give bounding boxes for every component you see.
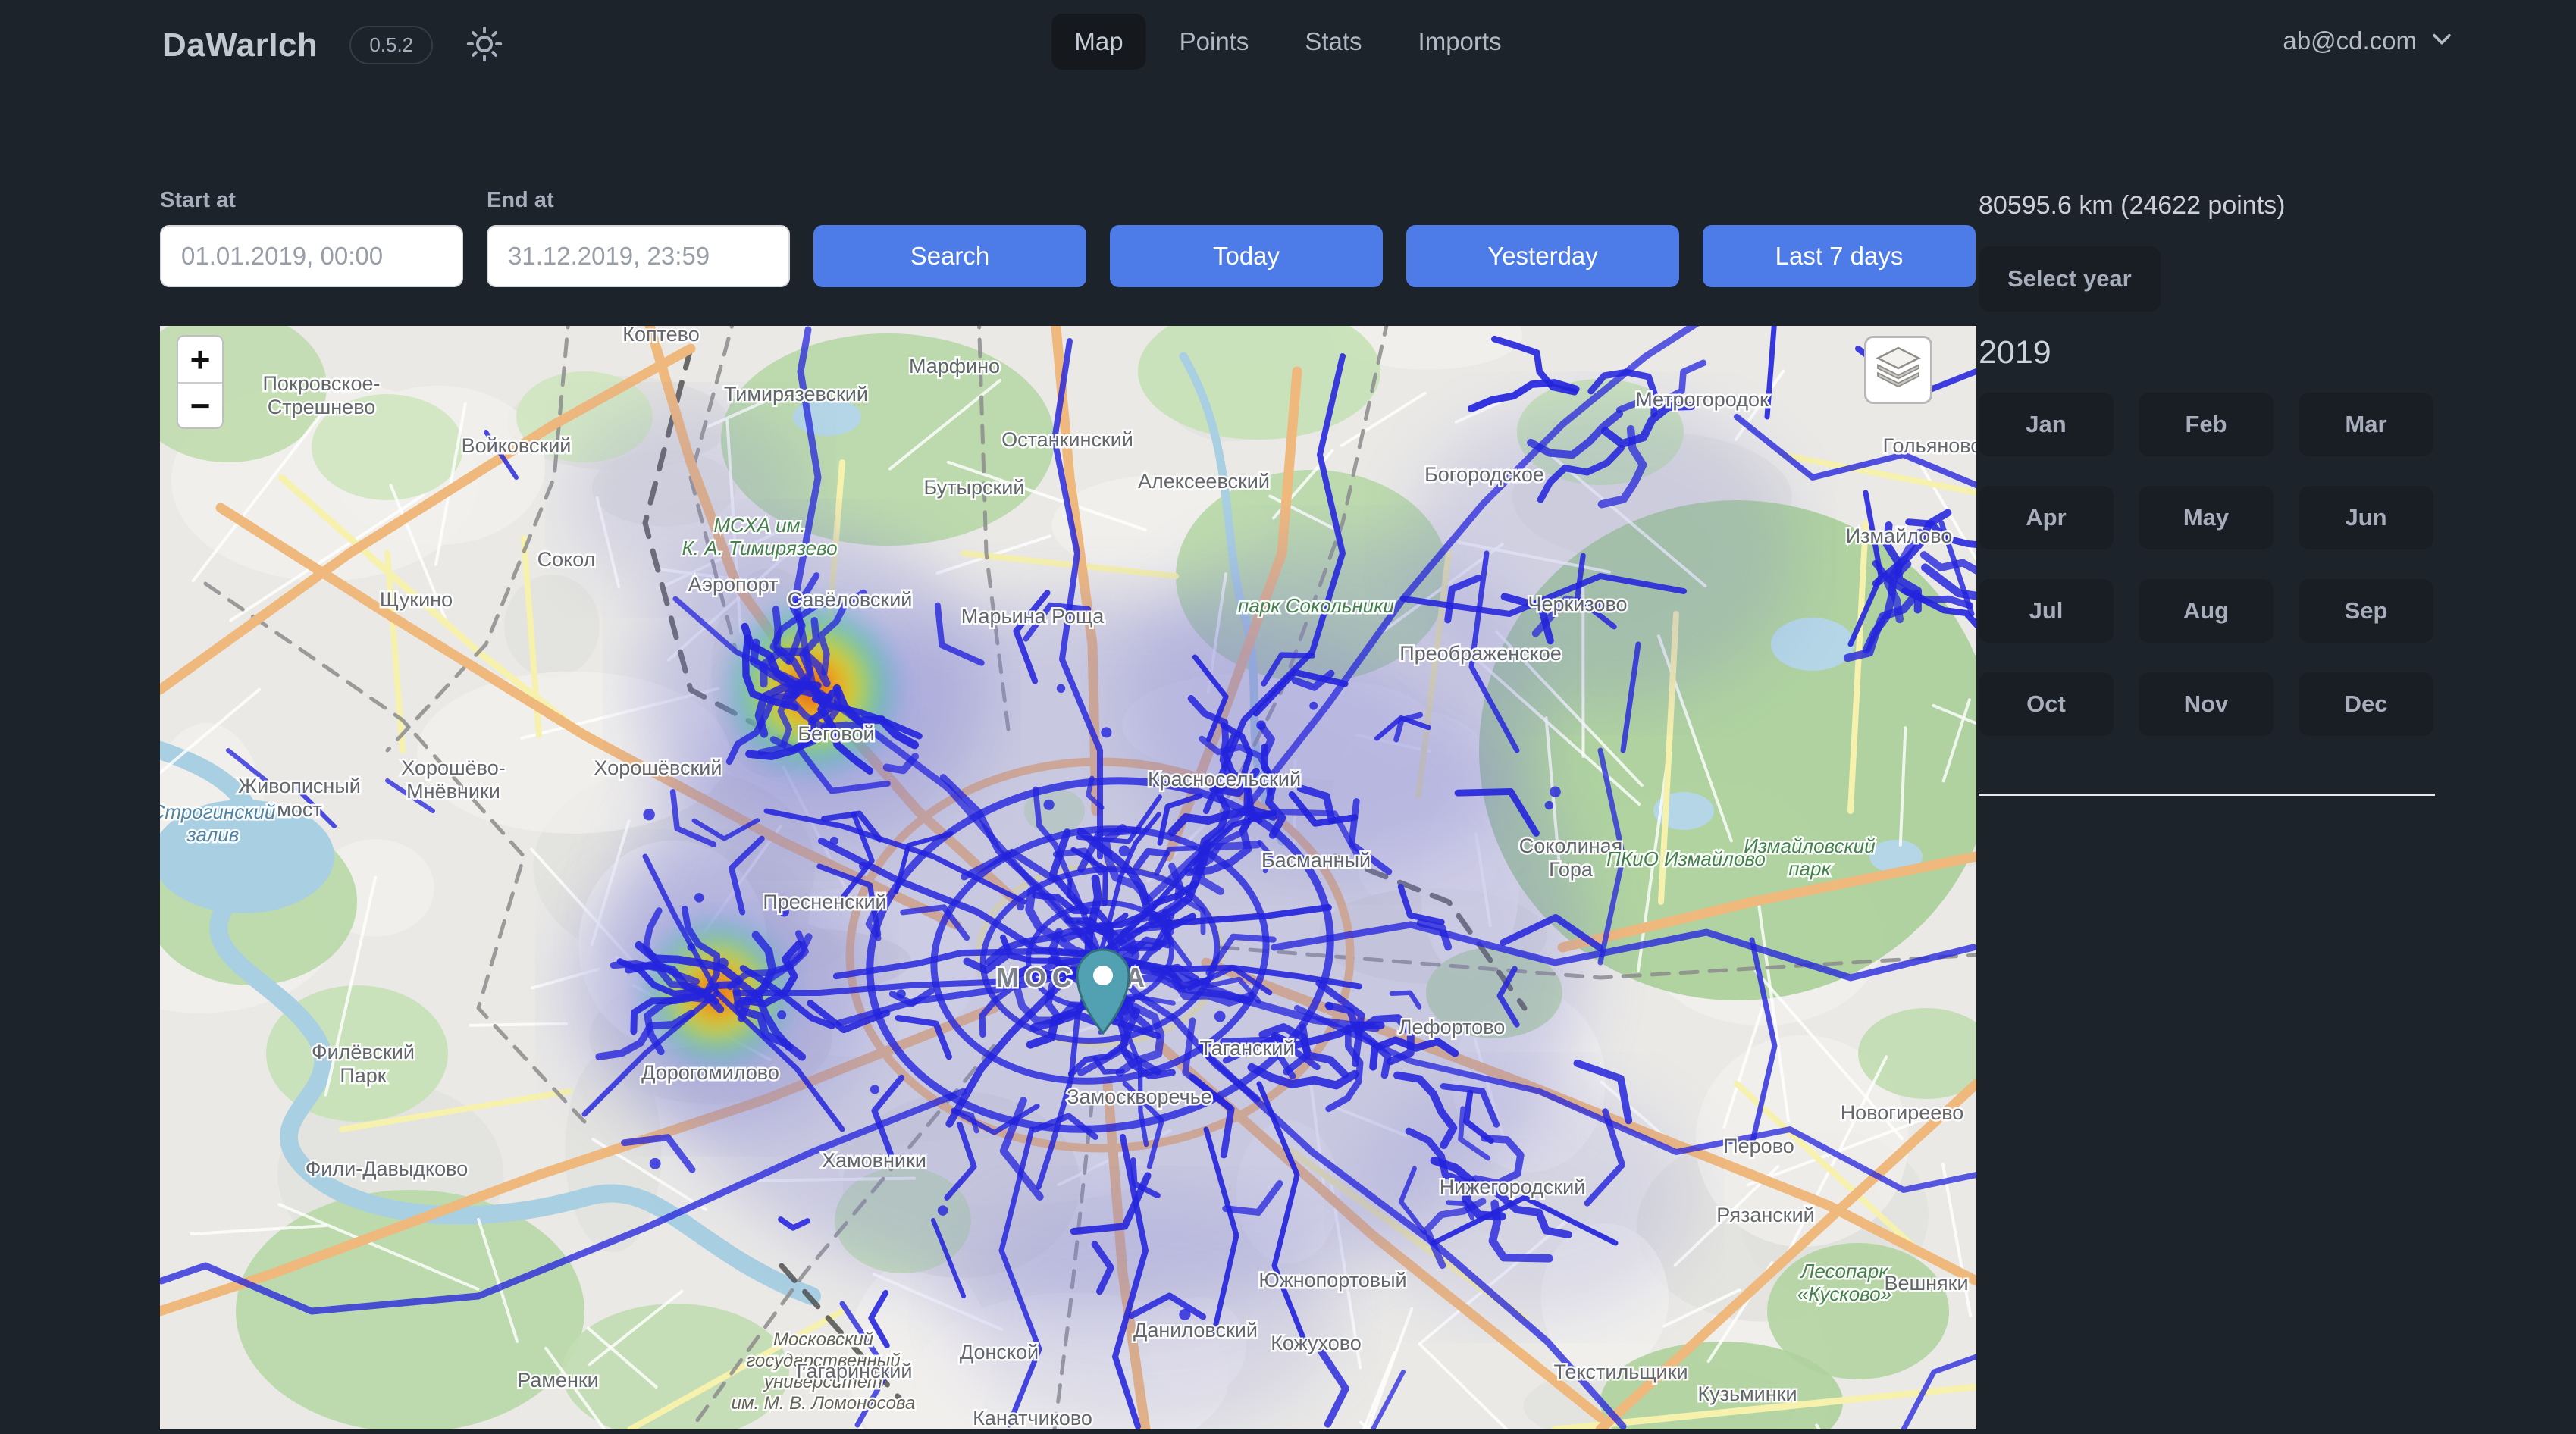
distance-summary: 80595.6 km (24622 points) <box>1979 191 2435 221</box>
end-at-label: End at <box>487 188 790 213</box>
chevron-down-icon <box>2429 26 2455 55</box>
start-at-label: Start at <box>160 188 463 213</box>
month-button-jan[interactable]: Jan <box>1979 393 2114 456</box>
svg-text:Рязанский: Рязанский <box>1716 1204 1815 1226</box>
svg-text:Богородское: Богородское <box>1424 463 1544 486</box>
month-grid: Jan Feb Mar Apr May Jun Jul Aug Sep Oct … <box>1979 393 2435 736</box>
svg-text:Беговой: Беговой <box>798 722 874 745</box>
svg-text:Метрогородок: Метрогородок <box>1635 388 1769 411</box>
svg-text:Коптево: Коптево <box>622 326 700 346</box>
nav-tab-points[interactable]: Points <box>1157 14 1272 70</box>
sidebar: 80595.6 km (24622 points) Select year 20… <box>1979 191 2435 796</box>
svg-text:Гагаринский: Гагаринский <box>797 1360 913 1382</box>
svg-text:Лесопарк«Кусково»: Лесопарк«Кусково» <box>1797 1260 1891 1305</box>
zoom-out-button[interactable]: − <box>178 382 222 427</box>
main-nav: Map Points Stats Imports <box>1051 14 1524 70</box>
month-button-apr[interactable]: Apr <box>1979 486 2114 549</box>
nav-tab-stats[interactable]: Stats <box>1282 14 1384 70</box>
svg-text:Измайлово: Измайлово <box>1846 524 1953 547</box>
account-email: ab@cd.com <box>2283 27 2417 55</box>
svg-text:Марьина Роща: Марьина Роща <box>961 605 1105 628</box>
svg-text:парк Сокольники: парк Сокольники <box>1238 594 1394 617</box>
svg-text:Савёловский: Савёловский <box>788 588 913 611</box>
start-date-input[interactable] <box>160 225 463 287</box>
svg-text:Вешняки: Вешняки <box>1884 1272 1968 1295</box>
map-container[interactable]: Коптево Марфино Покровское-Стрешнево Тимиря… <box>160 326 1976 1429</box>
svg-text:Войковский: Войковский <box>462 434 572 457</box>
svg-text:Замоскворечье: Замоскворечье <box>1067 1085 1212 1108</box>
month-button-may[interactable]: May <box>2139 486 2274 549</box>
svg-text:Сокол: Сокол <box>537 548 596 571</box>
svg-text:Хорошёво-Мнёвники: Хорошёво-Мнёвники <box>401 756 505 803</box>
filter-bar: Start at End at Search Today Yesterday L… <box>160 188 1976 287</box>
svg-text:Покровское-Стрешнево: Покровское-Стрешнево <box>263 372 381 418</box>
yesterday-button[interactable]: Yesterday <box>1406 225 1679 287</box>
svg-text:Алексеевский: Алексеевский <box>1138 470 1270 493</box>
svg-text:Черкизово: Черкизово <box>1528 593 1627 615</box>
end-date-input[interactable] <box>487 225 790 287</box>
search-button[interactable]: Search <box>813 225 1086 287</box>
svg-text:Даниловский: Даниловский <box>1133 1319 1258 1342</box>
today-button[interactable]: Today <box>1110 225 1383 287</box>
sidebar-divider <box>1979 794 2435 796</box>
layers-icon <box>1873 343 1923 397</box>
month-button-jun[interactable]: Jun <box>2299 486 2433 549</box>
svg-text:Канатчиково: Канатчиково <box>973 1407 1092 1429</box>
map-zoom-control: + − <box>177 335 224 429</box>
svg-text:Красносельский: Красносельский <box>1148 768 1301 791</box>
zoom-in-button[interactable]: + <box>178 337 222 382</box>
svg-text:Текстильщики: Текстильщики <box>1553 1360 1688 1383</box>
month-button-mar[interactable]: Mar <box>2299 393 2433 456</box>
brand: DaWarIch 0.5.2 <box>162 24 504 66</box>
svg-text:Хорошёвский: Хорошёвский <box>594 756 722 779</box>
svg-text:Щукино: Щукино <box>380 588 453 611</box>
map-layers-control[interactable] <box>1864 336 1932 404</box>
svg-text:Лефортово: Лефортово <box>1399 1016 1506 1038</box>
month-button-aug[interactable]: Aug <box>2139 579 2274 643</box>
svg-text:Бутырский: Бутырский <box>924 476 1025 499</box>
version-badge: 0.5.2 <box>349 26 433 64</box>
svg-text:Аэропорт: Аэропорт <box>688 573 779 596</box>
svg-text:Кожухово: Кожухово <box>1271 1332 1362 1354</box>
svg-text:Кузьминки: Кузьминки <box>1697 1382 1797 1405</box>
theme-toggle-button[interactable] <box>465 24 504 66</box>
svg-text:Перово: Перово <box>1723 1135 1794 1157</box>
month-button-jul[interactable]: Jul <box>1979 579 2114 643</box>
svg-text:Донской: Донской <box>960 1341 1039 1364</box>
app-header: DaWarIch 0.5.2 Map Points Stats Imports … <box>0 0 2576 99</box>
last-7-days-button[interactable]: Last 7 days <box>1703 225 1976 287</box>
month-button-dec[interactable]: Dec <box>2299 672 2433 736</box>
svg-text:Нижегородский: Нижегородский <box>1440 1176 1586 1198</box>
svg-text:Преображенское: Преображенское <box>1399 642 1562 665</box>
svg-text:Хамовники: Хамовники <box>822 1149 926 1172</box>
svg-text:Таганский: Таганский <box>1200 1037 1295 1060</box>
nav-tab-map[interactable]: Map <box>1051 14 1145 70</box>
nav-tab-imports[interactable]: Imports <box>1396 14 1525 70</box>
svg-text:Пресненский: Пресненский <box>763 891 886 913</box>
account-menu[interactable]: ab@cd.com <box>2283 26 2455 55</box>
svg-text:Марфино: Марфино <box>909 355 1000 377</box>
svg-text:ПКиО Измайлово: ПКиО Измайлово <box>1606 847 1766 870</box>
svg-text:Новогиреево: Новогиреево <box>1841 1101 1964 1124</box>
map-canvas: Коптево Марфино Покровское-Стрешнево Тимиря… <box>160 326 1976 1429</box>
svg-text:Дорогомилово: Дорогомилово <box>641 1061 779 1084</box>
svg-text:Басманный: Басманный <box>1261 849 1371 872</box>
svg-text:Южнопортовый: Южнопортовый <box>1258 1269 1406 1292</box>
month-button-feb[interactable]: Feb <box>2139 393 2274 456</box>
svg-text:Тимирязевский: Тимирязевский <box>724 383 868 405</box>
svg-text:Фили-Давыдково: Фили-Давыдково <box>306 1157 468 1180</box>
year-heading: 2019 <box>1979 334 2435 371</box>
month-button-oct[interactable]: Oct <box>1979 672 2114 736</box>
svg-text:Останкинский: Останкинский <box>1001 428 1133 451</box>
sun-icon <box>465 24 504 66</box>
app-logo: DaWarIch <box>162 27 318 64</box>
month-button-nov[interactable]: Nov <box>2139 672 2274 736</box>
svg-text:Гольяново: Гольяново <box>1883 434 1976 457</box>
svg-text:Раменки: Раменки <box>517 1369 599 1392</box>
month-button-sep[interactable]: Sep <box>2299 579 2433 643</box>
select-year-button[interactable]: Select year <box>1979 246 2161 312</box>
